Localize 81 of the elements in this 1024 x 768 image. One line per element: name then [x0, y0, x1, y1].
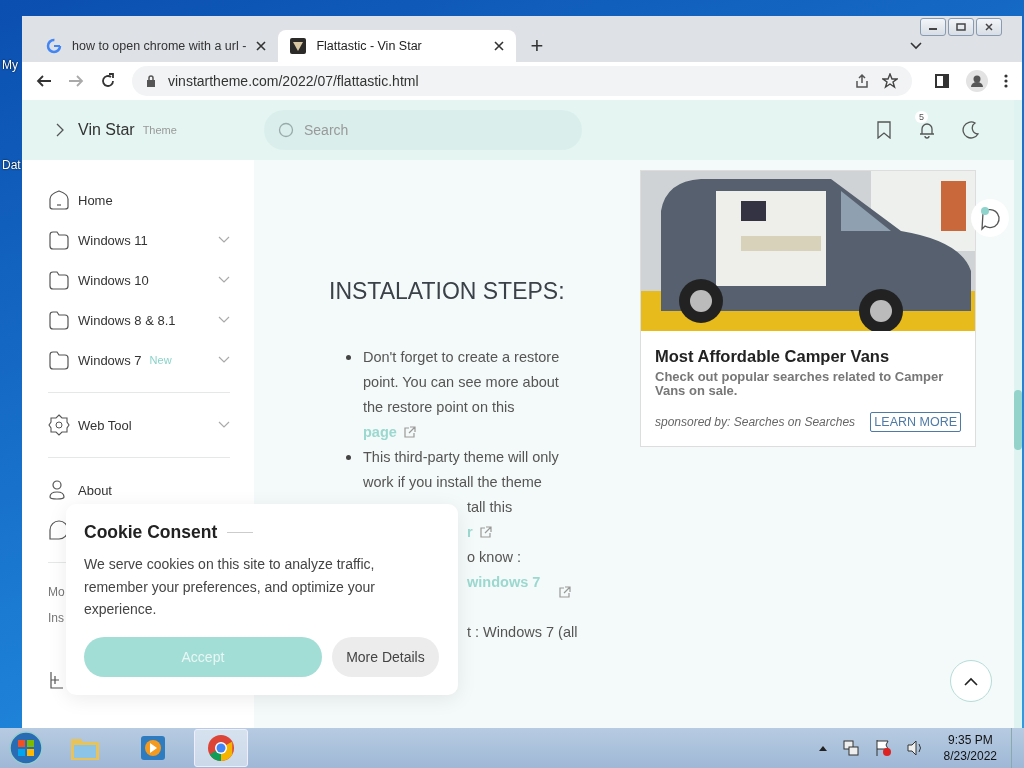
- profile-icon[interactable]: [966, 70, 988, 92]
- sidebar-item[interactable]: Home: [48, 180, 230, 220]
- list-item-text: t : Windows 7 (all: [467, 623, 578, 642]
- chevron-up-icon[interactable]: [817, 744, 828, 752]
- close-tab-icon[interactable]: [494, 41, 505, 51]
- maximize-button[interactable]: [948, 18, 974, 36]
- dialog-message: We serve cookies on this site to analyze traffic, remember your preferences, and optimize your experience.: [84, 555, 377, 619]
- reload-icon[interactable]: [100, 73, 116, 89]
- browser-tab[interactable]: how to open chrome with a url -: [34, 30, 279, 62]
- chevron-down-icon: [218, 421, 230, 429]
- chevron-down-icon: [218, 236, 230, 244]
- folder-icon: [48, 269, 70, 291]
- list-item-text: tall this: [467, 498, 513, 517]
- folder-icon: [48, 309, 70, 331]
- folder-icon: [48, 349, 70, 371]
- chrome-icon: [207, 734, 235, 762]
- sidebar-item[interactable]: Windows 10: [48, 260, 230, 300]
- list-item-text: o know :: [467, 548, 521, 567]
- new-tab-button[interactable]: +: [530, 35, 544, 57]
- minimize-button[interactable]: [920, 18, 946, 36]
- sidebar-item[interactable]: Windows 11: [48, 220, 230, 260]
- ad-description: Check out popular searches related to Camper Vans on sale.: [655, 370, 945, 398]
- desktop-icon-label[interactable]: My: [2, 58, 21, 72]
- close-icon: [984, 23, 994, 31]
- search-field[interactable]: Search: [264, 110, 582, 150]
- chevron-down-icon: [218, 316, 230, 324]
- address-bar[interactable]: vinstartheme.com/2022/07/flattastic.html: [132, 66, 912, 96]
- desktop-icon-label[interactable]: Dat: [2, 158, 21, 172]
- ad-card[interactable]: Most Affordable Camper Vans Check out popular searches related to Camper Vans on sale. sponsored by: Searches on Searches LEARN MORE: [640, 170, 976, 447]
- learn-more-button[interactable]: LEARN MORE: [870, 412, 961, 432]
- search-icon: [278, 122, 294, 138]
- more-details-button[interactable]: More Details: [331, 636, 439, 677]
- ad-sponsor: sponsored by: Searches on Searches: [655, 415, 856, 429]
- side-panel-icon[interactable]: [934, 73, 950, 89]
- sidebar-item[interactable]: Windows 7 New: [48, 340, 230, 380]
- maximize-icon: [956, 23, 966, 31]
- chevron-down-icon: [218, 276, 230, 284]
- chevron-right-icon[interactable]: [56, 123, 64, 137]
- close-tab-icon[interactable]: [256, 41, 267, 51]
- clock-time[interactable]: 9:35 PM: [947, 732, 993, 748]
- chevron-up-icon: [964, 676, 978, 686]
- sidebar-item[interactable]: About: [48, 470, 230, 510]
- scrollbar-thumb[interactable]: [1014, 390, 1022, 450]
- gear-icon: [48, 414, 70, 436]
- browser-tab[interactable]: Flattastic - Vin Star: [278, 30, 517, 62]
- share-icon[interactable]: [854, 73, 870, 89]
- clock-date[interactable]: 8/23/2022: [943, 748, 997, 764]
- notification-badge: 5: [915, 111, 928, 123]
- start-button[interactable]: [8, 730, 44, 766]
- play-icon: [140, 735, 166, 761]
- home-icon: [48, 189, 70, 211]
- sidebar-item[interactable]: Windows 8 & 8.1: [48, 300, 230, 340]
- list-item-text: Don't forget to create a restore point. You can see more about the restore point on this: [363, 348, 561, 417]
- site-logo[interactable]: Vin Star: [78, 121, 135, 139]
- bell-icon[interactable]: [918, 121, 936, 139]
- network-icon[interactable]: [841, 739, 860, 757]
- tab-list-icon[interactable]: [910, 42, 922, 50]
- external-link-icon: [402, 426, 416, 439]
- site-tagline: Theme: [142, 124, 177, 136]
- external-link-icon: [558, 586, 572, 599]
- sidebar-item[interactable]: Web Tool: [48, 405, 230, 445]
- chat-bubble-icon[interactable]: [970, 198, 1010, 238]
- flag-icon[interactable]: [873, 739, 892, 757]
- menu-icon[interactable]: [1004, 73, 1008, 89]
- lock-icon: [146, 75, 156, 87]
- section-heading: INSTALATION STEPS:: [329, 278, 566, 305]
- dialog-title: Cookie Consent: [84, 522, 218, 543]
- volume-icon[interactable]: [905, 739, 924, 757]
- star-icon[interactable]: [882, 73, 898, 89]
- bookmark-icon[interactable]: [876, 121, 892, 139]
- back-icon[interactable]: [36, 73, 52, 89]
- external-link-icon: [478, 526, 492, 539]
- close-button[interactable]: [976, 18, 1002, 36]
- triangle-logo-icon: [290, 38, 307, 54]
- google-icon: [46, 38, 62, 54]
- add-page-icon[interactable]: [48, 671, 66, 689]
- chevron-down-icon: [218, 356, 230, 364]
- taskbar-app[interactable]: [194, 729, 248, 767]
- moon-icon[interactable]: [962, 121, 980, 139]
- folder-icon: [48, 229, 70, 251]
- ad-title: Most Affordable Camper Vans: [655, 347, 891, 366]
